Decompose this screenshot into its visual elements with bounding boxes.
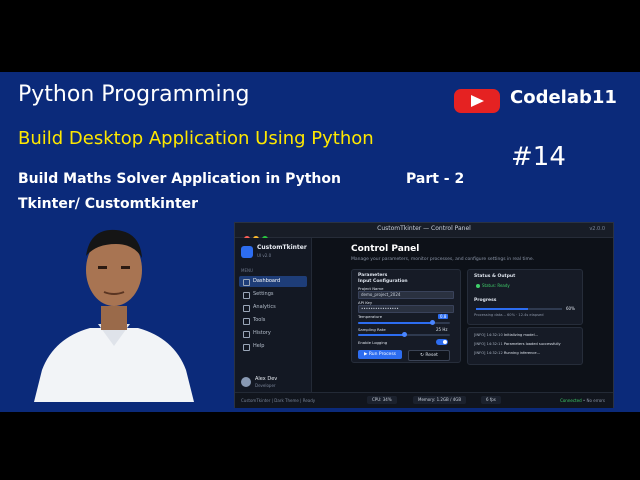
home-icon (243, 279, 250, 286)
parameters-card: Parameters Input Configuration Project N… (351, 269, 461, 363)
sampling-rate-fill (358, 334, 404, 336)
project-name-field[interactable]: demo_project_2024 (358, 291, 454, 299)
wrench-icon (243, 318, 250, 325)
help-icon (243, 344, 250, 351)
sidebar: CustomTkinter UI v2.0 MENU Dashboard Set… (235, 238, 312, 392)
app-logo-icon (241, 246, 253, 258)
progress-detail: Processing data... 60% · 12.4s elapsed (474, 313, 544, 317)
presenter-photo (34, 220, 194, 402)
cpu-indicator: CPU: 34% (367, 396, 397, 404)
temperature-label: Temperature (358, 314, 383, 319)
log-output[interactable]: [INFO] 14:32:10 Initializing model... [I… (467, 327, 583, 365)
temperature-handle[interactable] (429, 320, 435, 325)
run-process-button[interactable]: ▶ Run Process (358, 350, 402, 359)
api-key-field[interactable]: •••••••••••••••• (358, 305, 454, 313)
gear-icon (243, 292, 250, 299)
progress-percent: 60% (566, 306, 575, 311)
user-profile[interactable]: Alex Dev Developer (239, 374, 307, 390)
youtube-logo (454, 89, 500, 113)
status-bar: CustomTkinter | Dark Theme | Ready CPU: … (235, 392, 613, 408)
sidebar-item-dashboard[interactable]: Dashboard (239, 276, 307, 287)
thumbnail-part: Part - 2 (406, 171, 465, 187)
menu-header: MENU (241, 268, 253, 273)
sampling-rate-value: 25 Hz (436, 327, 448, 332)
reset-button[interactable]: ↻ Reset (408, 350, 450, 361)
youtube-play-icon (471, 95, 484, 107)
progress-bar (476, 308, 562, 310)
connected-label: Connected (560, 398, 582, 403)
fps-indicator: 6 fps (481, 396, 501, 404)
video-thumbnail: Python Programming Codelab11 Build Deskt… (0, 72, 640, 412)
log-line: [INFO] 14:32:11 Parameters loaded succes… (474, 342, 561, 346)
sidebar-item-analytics[interactable]: Analytics (239, 302, 307, 313)
page-description: Manage your parameters, monitor processe… (351, 257, 535, 262)
sampling-rate-handle[interactable] (402, 332, 407, 337)
window-version: v2.0.0 (589, 226, 605, 232)
page-title: Control Panel (351, 244, 420, 254)
sidebar-item-label: History (253, 330, 271, 336)
sidebar-item-label: Analytics (253, 304, 276, 310)
thumbnail-framework: Tkinter/ Customtkinter (18, 196, 199, 212)
thumbnail-subtitle: Build Desktop Application Using Python (18, 128, 374, 149)
app-window-screenshot: CustomTkinter — Control Panel v2.0.0 Cus… (234, 222, 614, 408)
toggle-knob (443, 340, 447, 344)
status-ok-icon (476, 284, 480, 288)
sidebar-item-tools[interactable]: Tools (239, 315, 307, 326)
logging-toggle[interactable] (436, 339, 448, 345)
avatar (241, 377, 251, 387)
logging-label: Enable Logging (358, 340, 388, 345)
connection-status: Connected • No errors (560, 398, 605, 403)
status-card: Status & Output Status: Ready Progress 6… (467, 269, 583, 325)
status-bar-info: CustomTkinter | Dark Theme | Ready (241, 398, 316, 403)
temperature-slider[interactable] (358, 320, 450, 325)
user-role: Developer (255, 383, 276, 388)
sidebar-item-label: Help (253, 343, 265, 349)
input-config-title: Input Configuration (358, 279, 408, 284)
status-text: Status: Ready (482, 283, 510, 288)
sampling-rate-slider[interactable] (358, 332, 450, 337)
window-title: CustomTkinter — Control Panel (377, 225, 471, 232)
error-count: • No errors (582, 398, 605, 403)
sampling-rate-label: Sampling Rate (358, 327, 386, 332)
progress-fill (476, 308, 528, 310)
chart-icon (243, 305, 250, 312)
clock-icon (243, 331, 250, 338)
app-version: UI v2.0 (257, 253, 272, 258)
thumbnail-title: Python Programming (18, 82, 250, 107)
sidebar-item-history[interactable]: History (239, 328, 307, 339)
reset-label: Reset (425, 353, 438, 358)
window-titlebar[interactable]: CustomTkinter — Control Panel v2.0.0 (235, 223, 613, 242)
main-content: Control Panel Manage your parameters, mo… (313, 238, 611, 392)
temperature-value: 0.8 (438, 314, 449, 319)
temperature-fill (358, 322, 432, 324)
log-line: [INFO] 14:32:12 Running inference... (474, 351, 541, 355)
sidebar-item-help[interactable]: Help (239, 341, 307, 352)
run-label: Run Process (368, 352, 397, 357)
channel-name: Codelab11 (510, 87, 617, 108)
status-title: Status & Output (474, 274, 516, 279)
memory-indicator: Memory: 1.2GB / 4GB (413, 396, 467, 404)
app-name: CustomTkinter (257, 244, 307, 251)
sidebar-item-label: Dashboard (253, 278, 281, 284)
progress-label: Progress (474, 298, 497, 303)
user-name: Alex Dev (255, 376, 278, 382)
sidebar-item-label: Settings (253, 291, 274, 297)
sidebar-menu: Dashboard Settings Analytics Tools Histo… (239, 276, 307, 354)
sidebar-item-settings[interactable]: Settings (239, 289, 307, 300)
episode-number: #14 (511, 142, 566, 172)
log-line: [INFO] 14:32:10 Initializing model... (474, 333, 539, 337)
sidebar-item-label: Tools (253, 317, 266, 323)
parameters-title: Parameters (358, 273, 388, 278)
thumbnail-topic: Build Maths Solver Application in Python (18, 171, 341, 187)
